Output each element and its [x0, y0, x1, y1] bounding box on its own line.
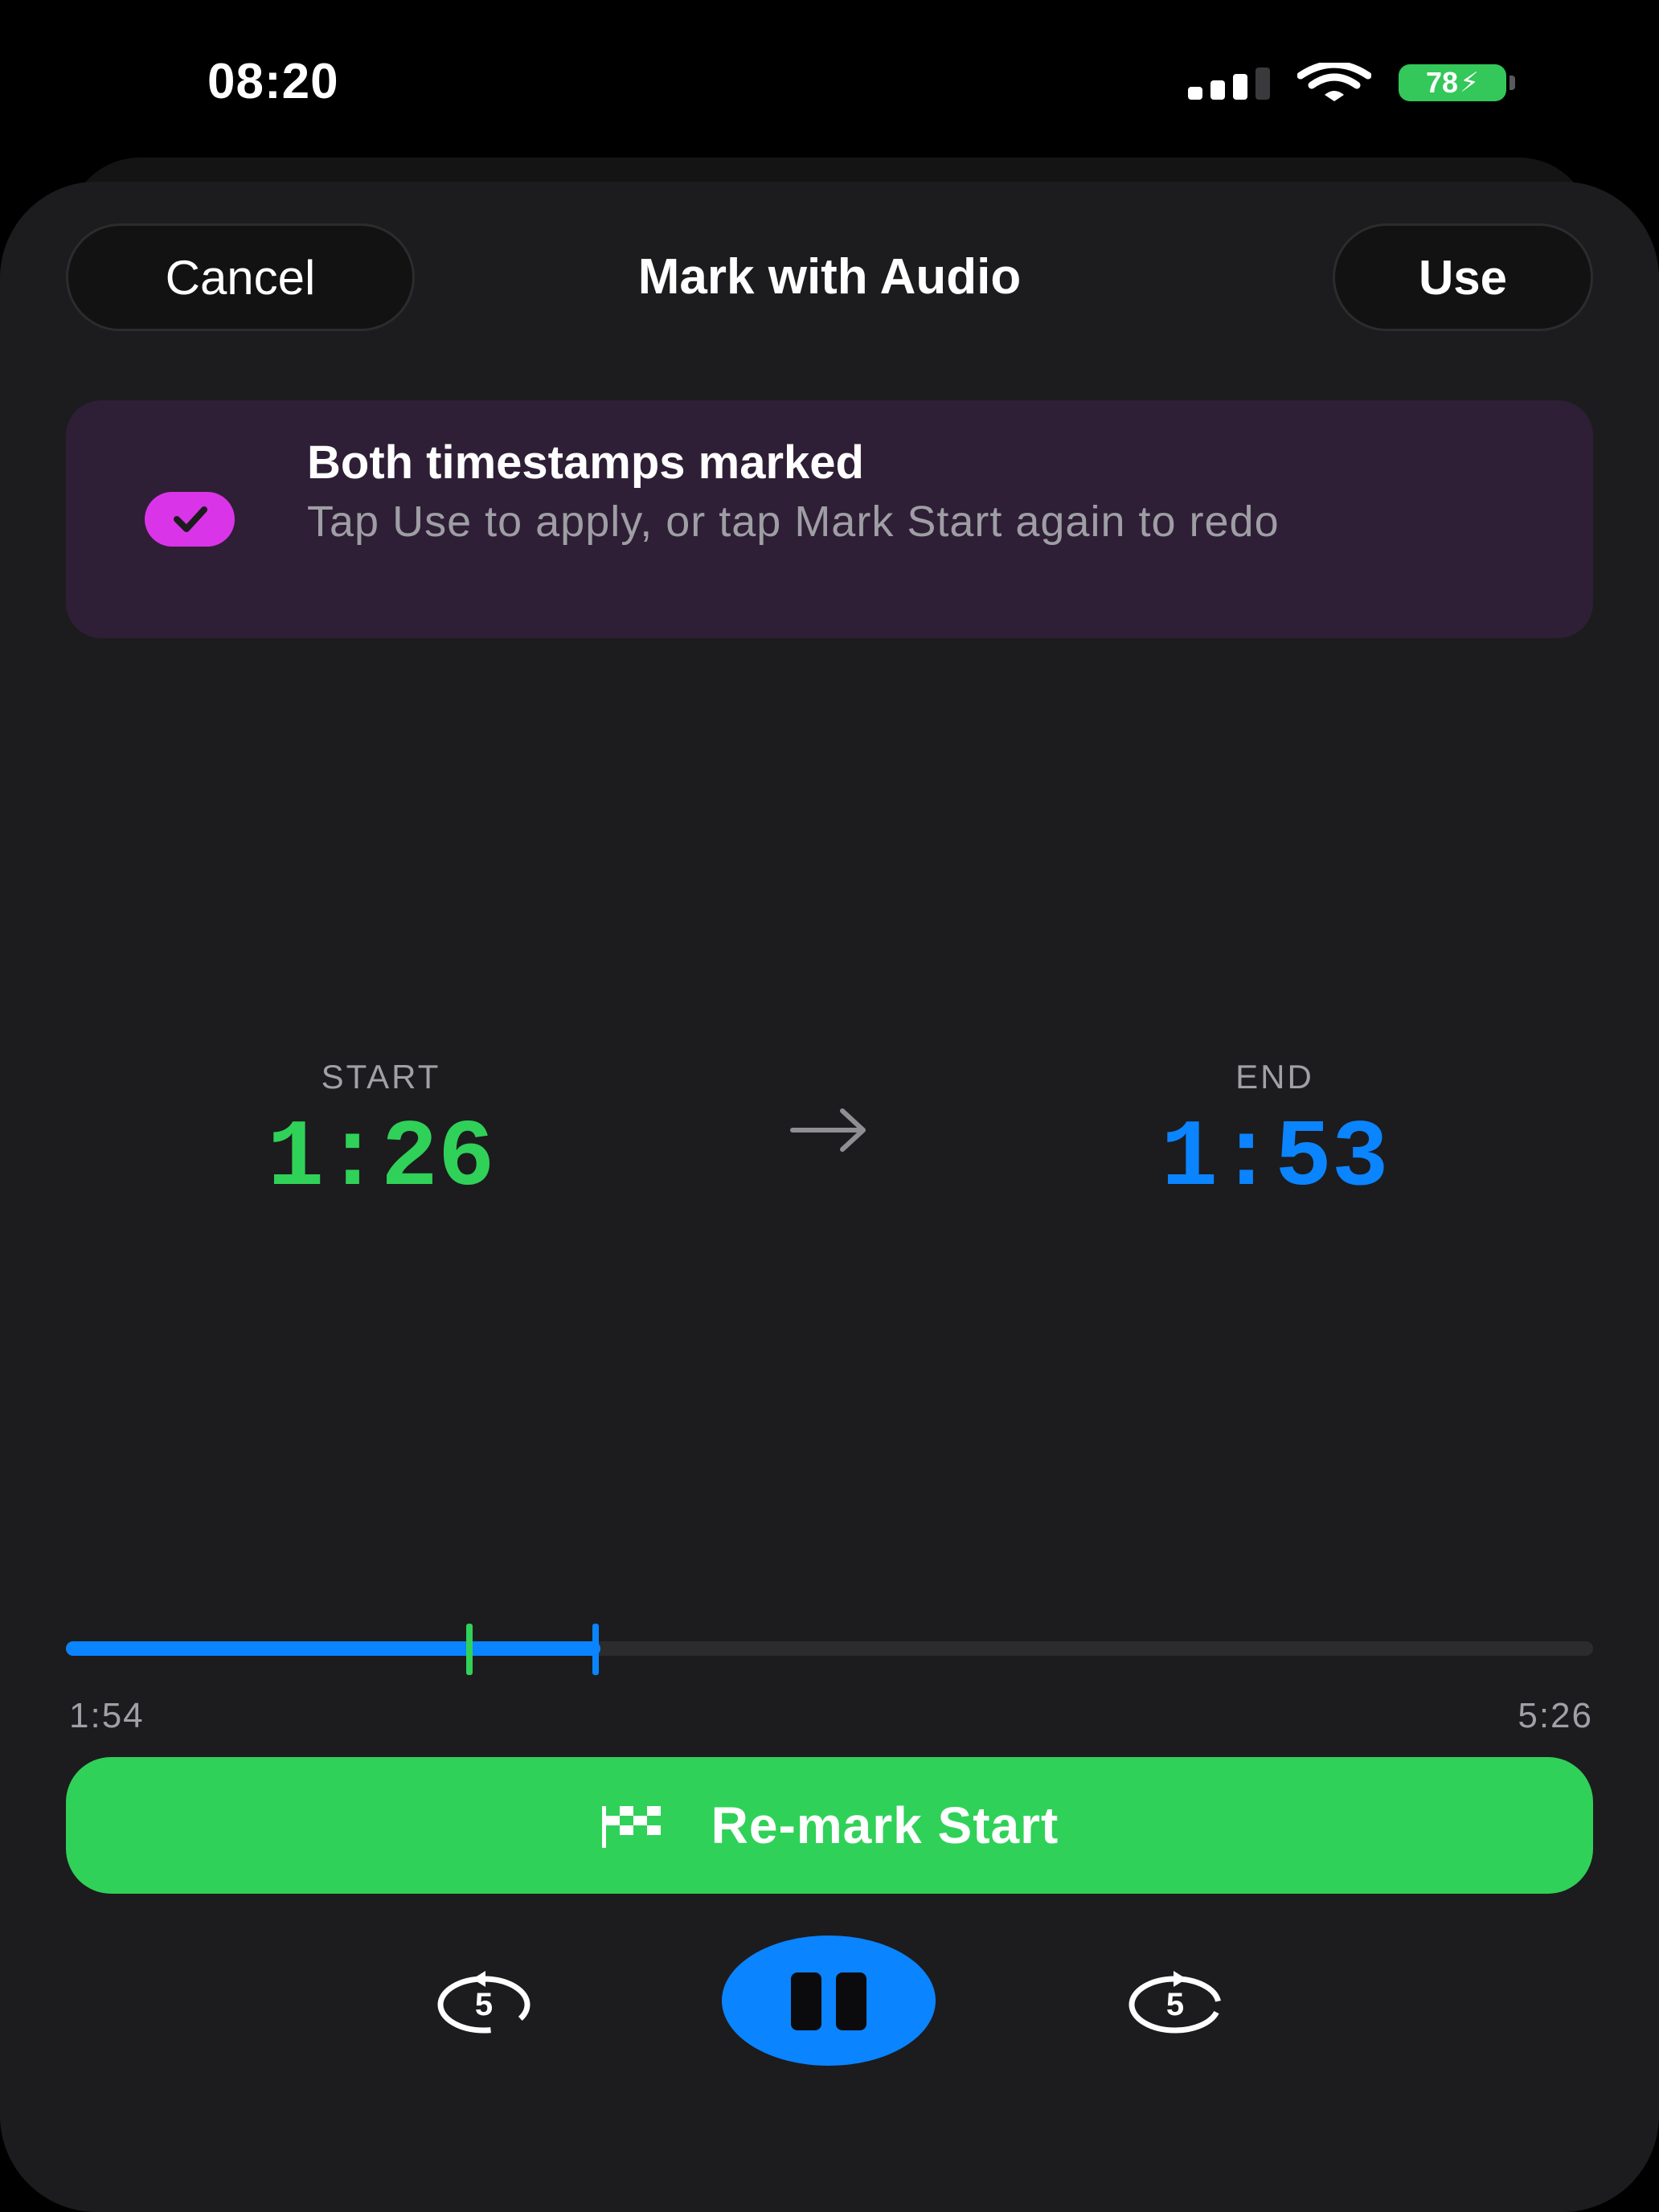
- skip-forward-seconds: 5: [1165, 1987, 1185, 2022]
- pause-button[interactable]: [722, 1936, 936, 2066]
- cellular-signal-icon: [1188, 68, 1272, 100]
- banner-title: Both timestamps marked: [307, 436, 864, 489]
- cancel-button[interactable]: Cancel: [66, 223, 415, 331]
- battery-level: 78: [1426, 66, 1459, 99]
- start-time-value: 1:26: [267, 1106, 495, 1213]
- check-badge: [145, 492, 235, 547]
- arrow-right-icon: [790, 1108, 866, 1152]
- end-time-value: 1:53: [1161, 1106, 1389, 1213]
- end-label: END: [1235, 1058, 1314, 1096]
- checkered-flag-icon: [601, 1806, 661, 1848]
- banner-subtitle: Tap Use to apply, or tap Mark Start agai…: [307, 498, 1280, 546]
- end-marker: [592, 1624, 600, 1675]
- status-bar: 08:20 78 ⚡: [0, 0, 1659, 153]
- playback-scrubber[interactable]: [66, 1641, 1593, 1656]
- elapsed-time: 1:54: [69, 1696, 145, 1735]
- battery-nub: [1509, 76, 1515, 90]
- pause-icon-bar-right: [836, 1972, 866, 2030]
- wifi-icon: [1297, 63, 1371, 101]
- sheet-title: Mark with Audio: [637, 249, 1022, 305]
- skip-forward-button[interactable]: 5: [1127, 1968, 1223, 2035]
- battery-icon: 78 ⚡: [1399, 64, 1506, 101]
- remark-start-label: Re-mark Start: [711, 1796, 1059, 1854]
- skip-back-button[interactable]: 5: [436, 1968, 532, 2035]
- playback-progress-fill: [66, 1641, 600, 1656]
- total-duration: 5:26: [1518, 1696, 1593, 1735]
- remark-start-button[interactable]: Re-mark Start: [66, 1757, 1593, 1894]
- skip-back-seconds: 5: [474, 1987, 494, 2022]
- start-marker: [465, 1624, 473, 1675]
- charging-bolt-icon: ⚡: [1460, 68, 1479, 98]
- use-button[interactable]: Use: [1333, 223, 1593, 331]
- pause-icon-bar-left: [791, 1972, 821, 2030]
- checkmark-icon: [174, 506, 207, 532]
- start-label: START: [321, 1058, 441, 1096]
- status-time: 08:20: [207, 54, 339, 109]
